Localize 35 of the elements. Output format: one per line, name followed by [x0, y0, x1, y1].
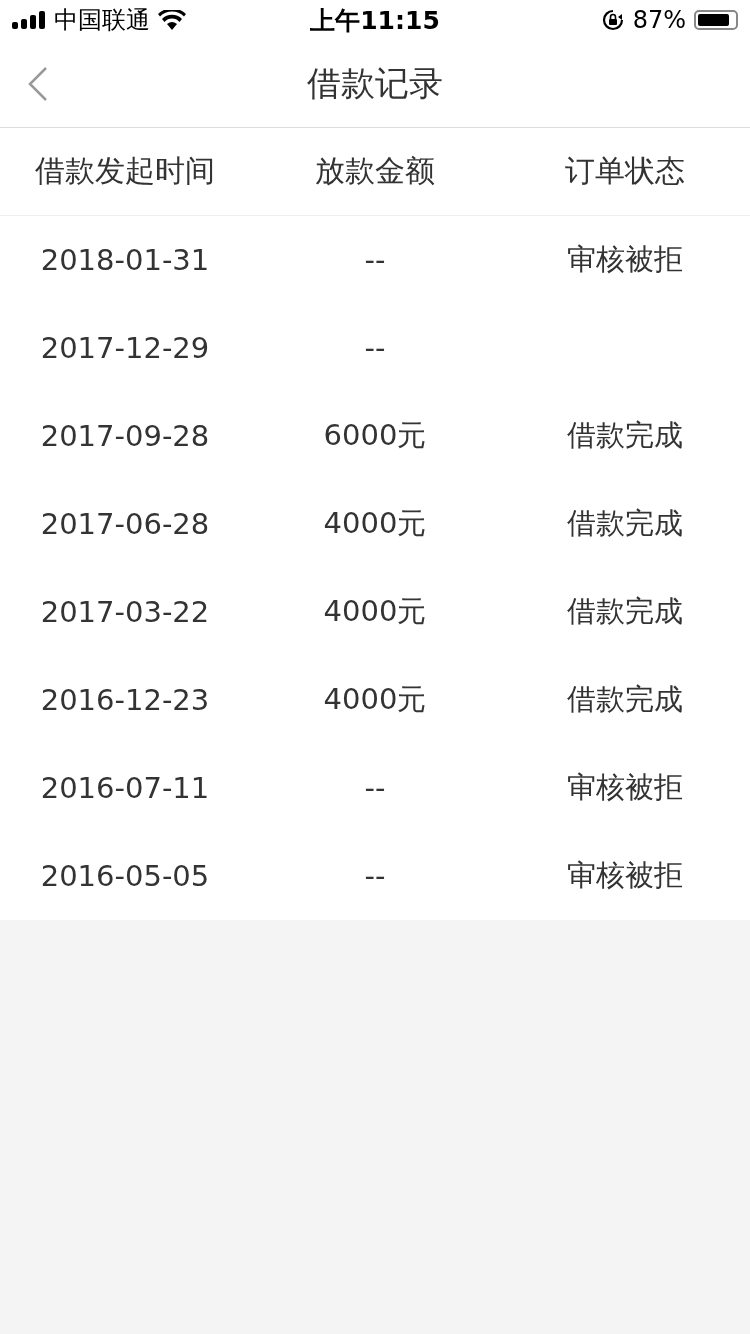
page-title: 借款记录	[307, 61, 443, 105]
signal-icon	[12, 11, 46, 29]
amount-cell-text: 6000元	[323, 417, 427, 454]
carrier-name: 中国联通	[54, 5, 150, 36]
date-cell: 2017-12-29	[40, 331, 210, 365]
column-header: 放款金额	[315, 152, 435, 190]
amount-cell: --	[364, 331, 386, 365]
status-cell-text: 借款完成	[567, 593, 683, 630]
date-cell: 2016-07-11	[40, 771, 210, 805]
date-cell: 2017-06-28	[40, 507, 210, 541]
date-cell: 2018-01-31	[40, 243, 210, 277]
amount-cell: --	[364, 771, 386, 805]
status-cell-text: 借款完成	[567, 505, 683, 542]
back-icon[interactable]	[26, 66, 50, 102]
column-header: 借款发起时间	[35, 152, 215, 190]
amount-cell-text: 4000元	[323, 593, 427, 630]
amount-cell-text: 4000元	[323, 681, 427, 718]
date-cell: 2016-12-23	[40, 683, 210, 717]
battery-icon	[694, 10, 738, 30]
wifi-icon	[158, 10, 186, 30]
status-cell-text: 审核被拒	[567, 769, 683, 806]
date-cell: 2017-09-28	[40, 419, 210, 453]
date-cell: 2016-05-05	[40, 859, 210, 893]
status-cell-text: 借款完成	[567, 417, 683, 454]
status-cell-text: 借款完成	[567, 681, 683, 718]
column-header: 订单状态	[565, 152, 685, 190]
amount-cell-text: 4000元	[323, 505, 427, 542]
status-cell-text: 审核被拒	[567, 857, 683, 894]
status-time: 上午11:15	[310, 4, 440, 37]
status-cell-text: 审核被拒	[567, 241, 683, 278]
battery-percent: 87%	[632, 6, 686, 34]
amount-cell: --	[364, 243, 386, 277]
amount-cell: --	[364, 859, 386, 893]
rotation-lock-icon	[600, 8, 625, 32]
date-cell: 2017-03-22	[40, 595, 210, 629]
